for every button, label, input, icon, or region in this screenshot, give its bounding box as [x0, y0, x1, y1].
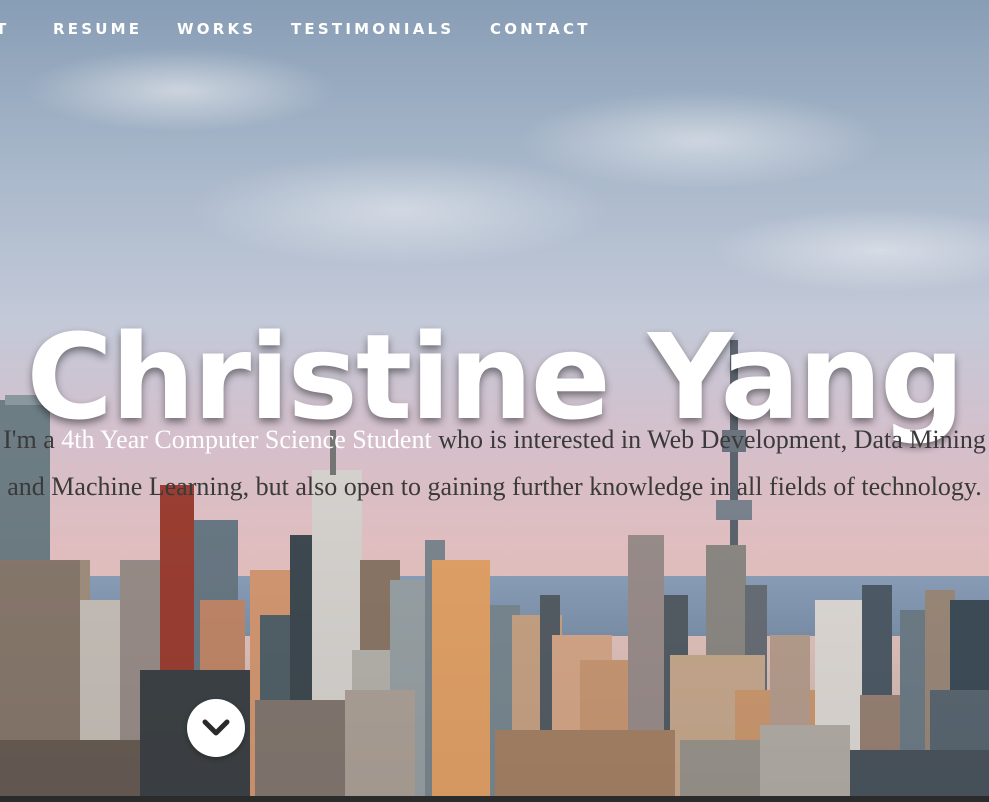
section-divider [0, 796, 989, 802]
tagline-prefix: I'm a [3, 425, 62, 454]
nav-item-contact[interactable]: CONTACT [490, 16, 591, 42]
nav-item-testimonials[interactable]: TESTIMONIALS [291, 16, 454, 42]
chevron-down-icon [202, 719, 230, 736]
tagline-highlight: 4th Year Computer Science Student [61, 425, 432, 454]
hero-section: T RESUME WORKS TESTIMONIALS CONTACT Chri… [0, 0, 989, 802]
nav-item-about[interactable]: T [0, 16, 9, 42]
scroll-down-button[interactable] [187, 699, 245, 757]
nav-item-works[interactable]: WORKS [177, 16, 256, 42]
nav-item-resume[interactable]: RESUME [53, 16, 142, 42]
top-navigation: T RESUME WORKS TESTIMONIALS CONTACT [0, 16, 989, 42]
hero-tagline: I'm a 4th Year Computer Science Student … [0, 416, 989, 510]
